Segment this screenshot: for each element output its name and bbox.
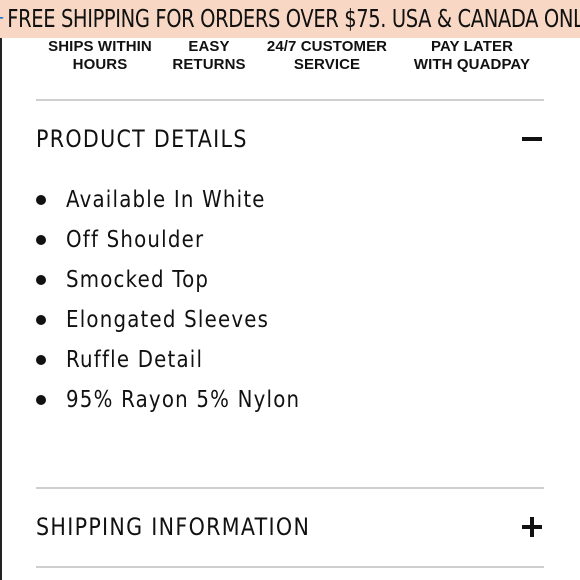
divider	[36, 99, 544, 101]
feature-line-2: RETURNS	[172, 56, 246, 73]
feature-line-1: 24/7 CUSTOMER	[266, 38, 388, 55]
list-item: Elongated Sleeves	[36, 300, 544, 340]
feature-line-2: WITH QUADPAY	[413, 56, 531, 73]
shipping-banner-text: FREE SHIPPING FOR ORDERS OVER $75. USA &…	[6, 4, 580, 33]
bullet-icon	[36, 275, 46, 285]
product-details-header[interactable]: PRODUCT DETAILS	[36, 119, 544, 159]
feature-line-1: EASY	[188, 38, 230, 55]
list-item-text: Available In White	[66, 187, 266, 213]
feature-customer-service: 24/7 CUSTOMER SERVICE	[267, 38, 387, 74]
list-item: Smocked Top	[36, 260, 544, 300]
list-item-text: Off Shoulder	[66, 227, 205, 253]
list-item-text: Elongated Sleeves	[66, 307, 270, 333]
divider	[36, 487, 544, 489]
feature-line-2: HOURS	[72, 56, 128, 73]
bullet-icon	[36, 355, 46, 365]
list-item-text: 95% Rayon 5% Nylon	[66, 387, 301, 413]
shipping-banner: ✈FREE SHIPPING FOR ORDERS OVER $75. USA …	[0, 0, 580, 38]
list-item: 95% Rayon 5% Nylon	[36, 380, 544, 420]
feature-pay-later: PAY LATER WITH QUADPAY	[414, 38, 530, 74]
feature-line-1: PAY LATER	[430, 38, 514, 55]
divider	[36, 566, 544, 568]
feature-line-2: SERVICE	[293, 56, 361, 73]
shipping-information-header[interactable]: SHIPPING INFORMATION	[36, 507, 544, 547]
product-details-title: PRODUCT DETAILS	[36, 125, 248, 153]
bullet-icon	[36, 235, 46, 245]
bullet-icon	[36, 315, 46, 325]
list-item-text: Ruffle Detail	[66, 347, 204, 373]
airplane-icon: ✈	[0, 0, 4, 38]
plus-icon[interactable]	[522, 517, 542, 537]
feature-line-1: SHIPS WITHIN	[48, 38, 152, 55]
list-item-text: Smocked Top	[66, 267, 210, 293]
bullet-icon	[36, 195, 46, 205]
list-item: Off Shoulder	[36, 220, 544, 260]
shipping-information-title: SHIPPING INFORMATION	[36, 513, 311, 541]
bullet-icon	[36, 395, 46, 405]
list-item: Ruffle Detail	[36, 340, 544, 380]
feature-easy-returns: EASY RETURNS	[172, 38, 245, 74]
product-details-list: Available In White Off Shoulder Smocked …	[36, 180, 544, 420]
feature-strip: SHIPS WITHIN HOURS EASY RETURNS 24/7 CUS…	[0, 38, 580, 78]
minus-icon[interactable]	[522, 129, 542, 149]
feature-ships-within-hours: SHIPS WITHIN HOURS	[48, 38, 152, 74]
list-item: Available In White	[36, 180, 544, 220]
page-left-border	[0, 0, 2, 580]
